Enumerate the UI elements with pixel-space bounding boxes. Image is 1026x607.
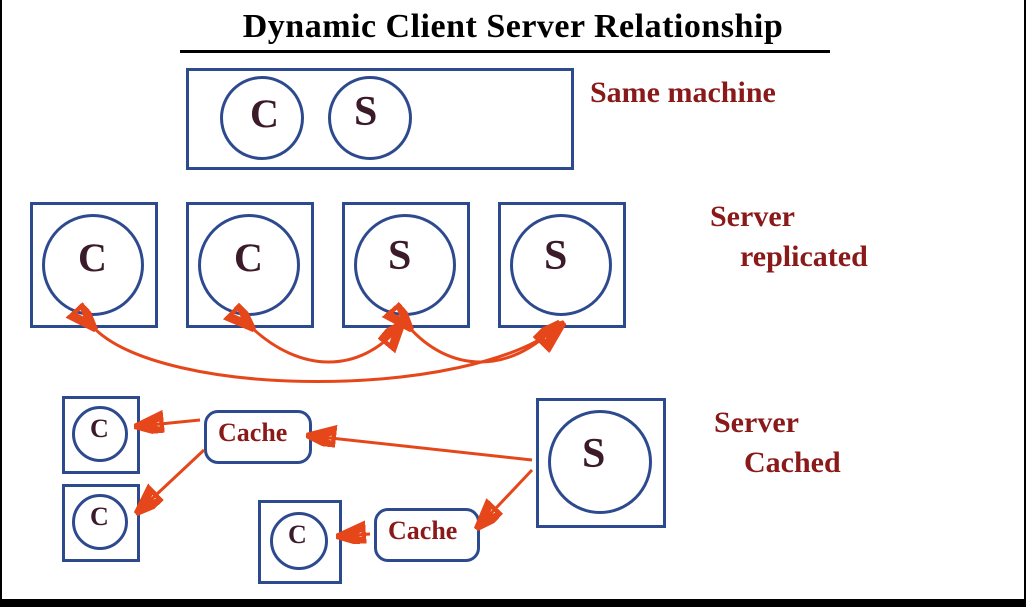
row3-client2-glyph: C <box>90 502 109 532</box>
cache2-label: Cache <box>388 516 457 546</box>
row2-server1-glyph: S <box>388 232 411 280</box>
row1-client-glyph: C <box>250 90 279 137</box>
note-same-machine: Same machine <box>590 76 776 110</box>
row2-client2-glyph: C <box>234 234 263 281</box>
note-replicated-l2: replicated <box>740 240 868 274</box>
diagram-title: Dynamic Client Server Relationship <box>0 8 1026 46</box>
row3-client1-glyph: C <box>90 414 109 444</box>
note-cached-l1: Server <box>714 406 799 440</box>
row3-server-glyph: S <box>582 430 605 478</box>
row3-client3-glyph: C <box>288 520 307 550</box>
note-replicated-l1: Server <box>710 200 795 234</box>
cache1-label: Cache <box>218 418 287 448</box>
row2-server2-glyph: S <box>544 232 567 280</box>
diagram-stage: Dynamic Client Server Relationship C S S… <box>0 0 1026 607</box>
row1-server-glyph: S <box>354 88 377 136</box>
title-underline <box>180 50 830 53</box>
note-cached-l2: Cached <box>744 446 841 480</box>
row2-client1-glyph: C <box>78 234 107 281</box>
